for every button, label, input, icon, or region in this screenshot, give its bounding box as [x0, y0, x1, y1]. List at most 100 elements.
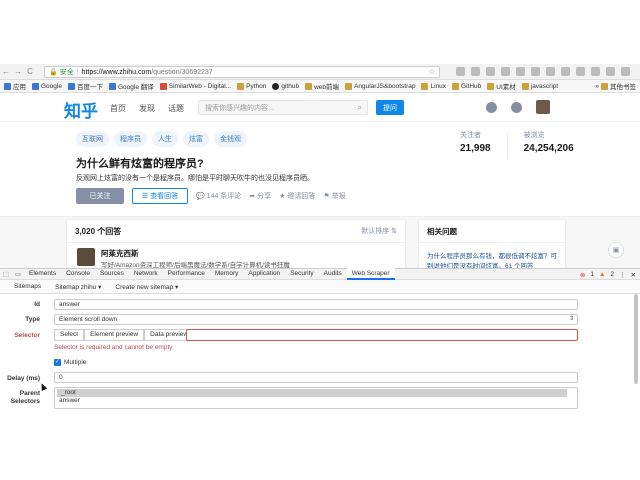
- author-avatar[interactable]: [77, 248, 95, 266]
- avatar[interactable]: [536, 100, 550, 114]
- bookmark-baidu[interactable]: 百度一下: [67, 81, 103, 91]
- nav-discover[interactable]: 发现: [139, 103, 155, 114]
- bookmark-javascript[interactable]: javascript: [521, 82, 558, 90]
- multiple-checkbox[interactable]: ✓: [54, 359, 61, 366]
- warning-icon[interactable]: ▲: [599, 271, 605, 278]
- extension-icon[interactable]: [501, 67, 510, 76]
- parent-selectors-list[interactable]: _root answer: [54, 387, 578, 409]
- devtools-tab-console[interactable]: Console: [61, 268, 95, 280]
- extension-icon[interactable]: [591, 67, 600, 76]
- multiple-row: ✓ Multiple: [54, 359, 86, 366]
- bookmark-translate[interactable]: Google 翻译: [108, 81, 154, 91]
- bookmark-python[interactable]: Python: [237, 82, 266, 90]
- ask-button[interactable]: 提问: [376, 100, 404, 115]
- bookmarks-bar: 应用 Google 百度一下 Google 翻译 SimilarWeb - Di…: [0, 80, 640, 93]
- element-preview-button[interactable]: Element preview: [84, 329, 145, 341]
- devtools-tab-sources[interactable]: Sources: [95, 268, 129, 280]
- nav-home[interactable]: 首页: [110, 103, 126, 114]
- topic-tag[interactable]: 程序员: [114, 131, 147, 147]
- devtools-tab-audits[interactable]: Audits: [319, 268, 347, 280]
- bookmark-similarweb[interactable]: SimilarWeb - Digital...: [159, 82, 231, 90]
- view-answer-button[interactable]: ☰ 查看回答: [132, 188, 188, 204]
- extension-icon[interactable]: [606, 67, 615, 76]
- menu-create-sitemap[interactable]: Create new sitemap ▾: [115, 283, 178, 291]
- bookmark-github-folder[interactable]: GitHub: [452, 82, 481, 90]
- error-icon[interactable]: ⊗: [580, 271, 585, 279]
- type-select[interactable]: Element scroll down ⇕: [54, 314, 578, 325]
- extension-icon[interactable]: [546, 67, 555, 76]
- id-label: Id: [34, 301, 40, 308]
- extension-icon[interactable]: [621, 67, 630, 76]
- parent-option[interactable]: answer: [55, 397, 577, 405]
- url-path: /question/30692237: [151, 68, 213, 76]
- mouse-cursor: [38, 382, 48, 391]
- nav-topics[interactable]: 话题: [168, 103, 184, 114]
- bell-icon[interactable]: [486, 102, 497, 113]
- extension-icon[interactable]: [531, 67, 540, 76]
- invite-button[interactable]: ★ 邀请回答: [279, 191, 315, 201]
- topic-tag[interactable]: 人生: [152, 131, 178, 147]
- related-title: 相关问题: [427, 227, 457, 236]
- github-icon: [272, 82, 280, 90]
- apps-icon: [4, 82, 11, 90]
- extension-icon[interactable]: [486, 67, 495, 76]
- browser-window: ← → C 🔒 安全 | https://www.zhihu.com /ques…: [0, 64, 640, 414]
- search-input[interactable]: 搜索你感兴趣的内容... ⌕: [198, 100, 368, 115]
- author-name[interactable]: 阿莱克西斯: [101, 248, 139, 259]
- topic-tag[interactable]: 互联网: [76, 131, 109, 147]
- secure-label: 安全: [59, 69, 74, 76]
- back-icon[interactable]: ←: [0, 67, 12, 76]
- select-button[interactable]: Select: [54, 329, 85, 341]
- devtools-tab-security[interactable]: Security: [285, 268, 318, 280]
- side-float-button[interactable]: ▣: [608, 242, 624, 258]
- extension-icon[interactable]: [516, 67, 525, 76]
- topic-tag[interactable]: 炫富: [183, 131, 209, 147]
- folder-icon: [421, 82, 429, 90]
- devtools-tab-elements[interactable]: Elements: [24, 268, 61, 280]
- comments-button[interactable]: 💬 144 条评论: [196, 191, 241, 201]
- devtools-tab-network[interactable]: Network: [129, 268, 163, 280]
- bookmark-star-icon[interactable]: ☆: [429, 68, 435, 76]
- menu-sitemaps[interactable]: Sitemaps: [14, 283, 41, 290]
- close-icon[interactable]: ✕: [631, 271, 636, 279]
- scrollbar[interactable]: [634, 294, 638, 384]
- bookmark-ui[interactable]: UI素材: [487, 81, 516, 91]
- sort-dropdown[interactable]: 默认排序 ⇅: [361, 226, 397, 236]
- devtools-status: ⊗ 1 ▲ 2 ⋮ ✕: [580, 269, 636, 280]
- topic-tag[interactable]: 金钱观: [214, 131, 247, 147]
- devtools-tab-memory[interactable]: Memory: [210, 268, 243, 280]
- extension-icon[interactable]: [471, 67, 480, 76]
- follow-button[interactable]: 已关注: [76, 188, 124, 204]
- bookmark-web[interactable]: web前端: [305, 81, 339, 91]
- devtools-tab-performance[interactable]: Performance: [163, 268, 210, 280]
- message-icon[interactable]: [511, 102, 522, 113]
- url-bar[interactable]: 🔒 安全 | https://www.zhihu.com /question/3…: [44, 66, 440, 78]
- menu-sitemap-zhihu[interactable]: Sitemap zhihu ▾: [55, 283, 101, 291]
- devtools-tab-web-scraper[interactable]: Web Scraper: [346, 268, 395, 280]
- stat-divider: [506, 132, 508, 158]
- device-toggle-icon[interactable]: ▭: [12, 270, 24, 278]
- extension-icon[interactable]: [456, 67, 465, 76]
- search-icon[interactable]: ⌕: [358, 103, 362, 113]
- inspect-icon[interactable]: ⬚: [0, 270, 12, 278]
- report-button[interactable]: ⚑ 举报: [323, 191, 345, 201]
- extension-icon[interactable]: [561, 67, 570, 76]
- selector-error: Selector is required and cannot be empty: [54, 344, 173, 351]
- selector-input[interactable]: [186, 329, 578, 341]
- bookmark-angular[interactable]: AngularJS&bootstrap: [345, 82, 415, 90]
- bookmark-google[interactable]: Google: [32, 82, 62, 90]
- share-button[interactable]: ➦ 分享: [249, 191, 271, 201]
- more-icon[interactable]: ⋮: [619, 271, 626, 279]
- parent-option[interactable]: _root: [57, 389, 567, 397]
- id-input[interactable]: [54, 299, 578, 310]
- reload-icon[interactable]: C: [24, 67, 36, 76]
- bookmark-other[interactable]: » 其他书签: [595, 81, 636, 91]
- devtools-tab-application[interactable]: Application: [243, 268, 285, 280]
- bookmark-github[interactable]: github: [272, 82, 299, 90]
- bookmark-apps[interactable]: 应用: [4, 81, 26, 91]
- zhihu-logo[interactable]: 知乎: [64, 97, 98, 122]
- delay-input[interactable]: [54, 372, 578, 383]
- extension-icon[interactable]: [576, 67, 585, 76]
- forward-icon[interactable]: →: [12, 67, 24, 76]
- bookmark-linux[interactable]: Linux: [421, 82, 446, 90]
